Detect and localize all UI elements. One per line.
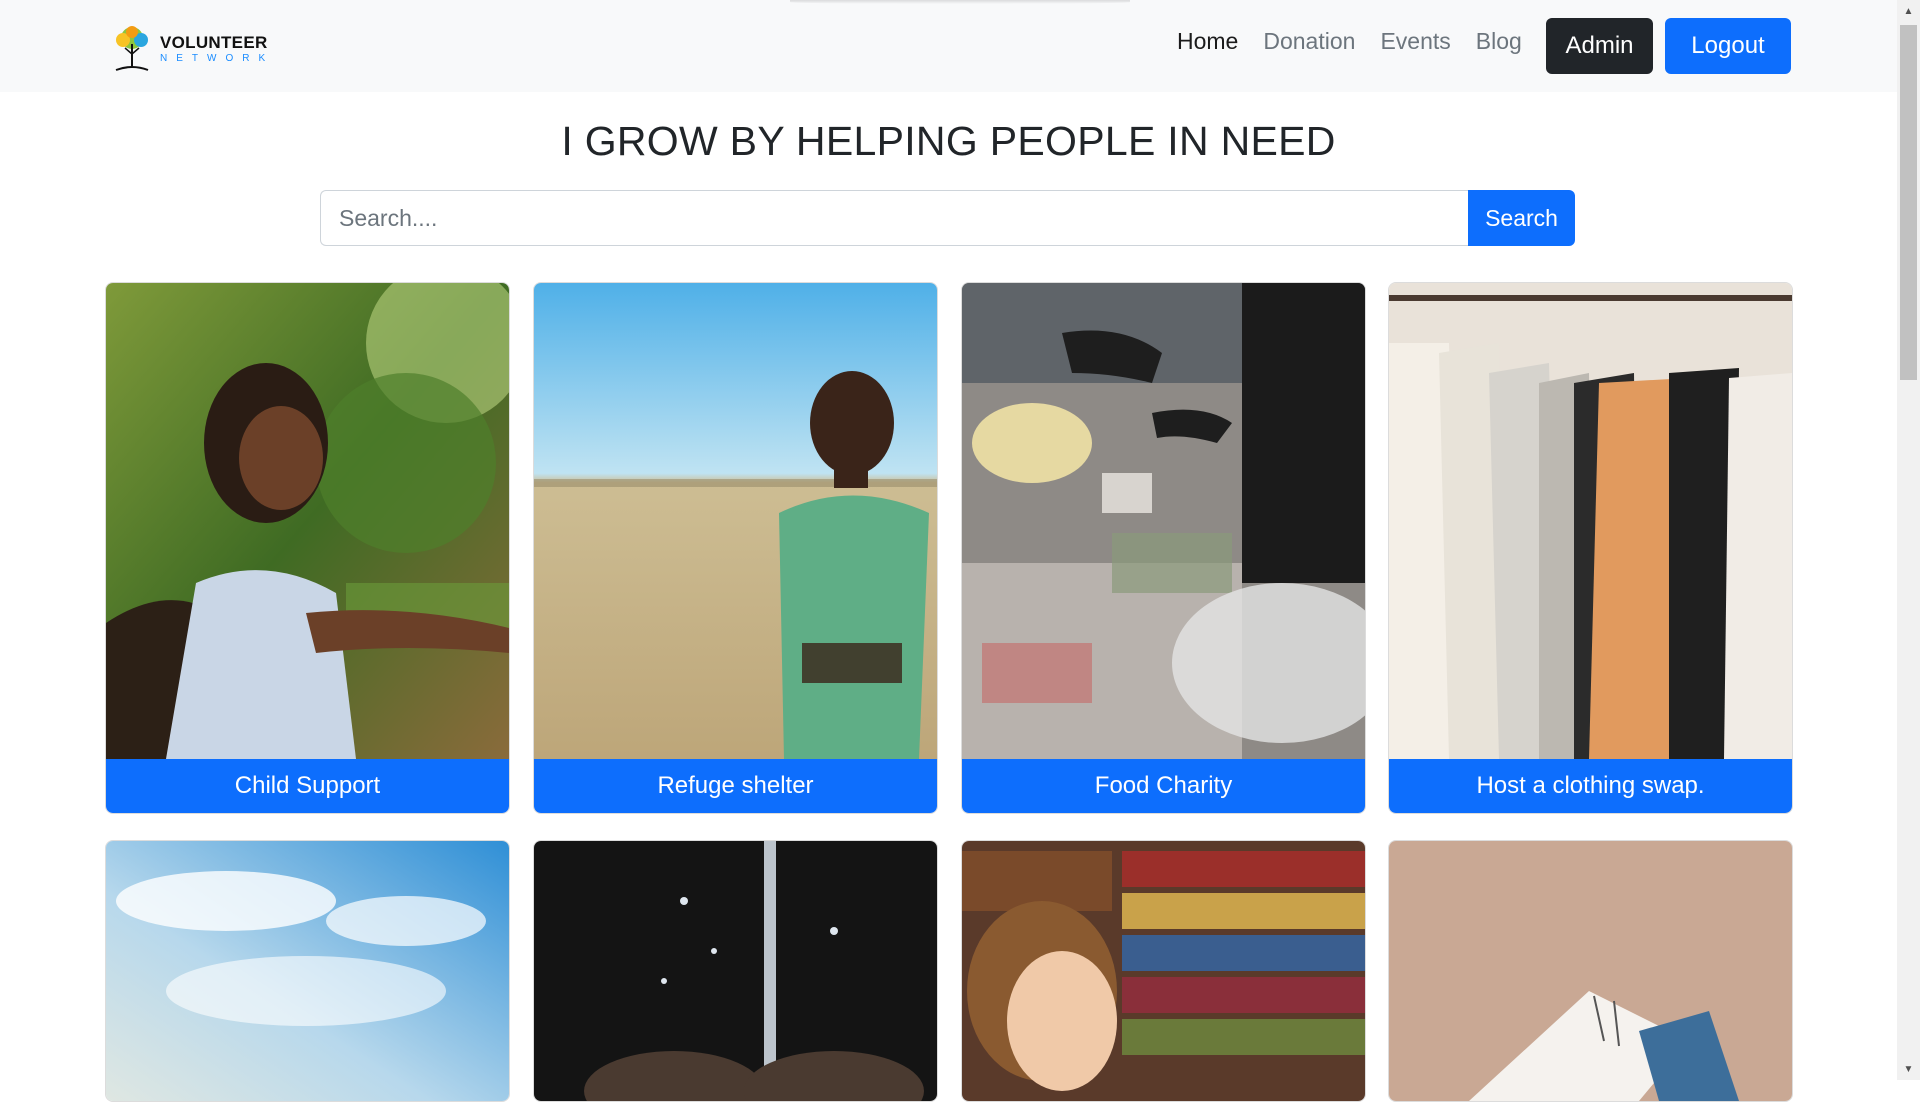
- girl-smiling-photo: [106, 283, 509, 759]
- nav-links: Home Donation Events Blog: [1177, 28, 1522, 55]
- card-image: [534, 841, 937, 1101]
- clothing-rack-photo: [1389, 283, 1792, 759]
- nav-home[interactable]: Home: [1177, 28, 1238, 55]
- card-image: [962, 283, 1365, 759]
- logout-button[interactable]: Logout: [1665, 18, 1791, 74]
- scroll-thumb[interactable]: [1900, 25, 1917, 380]
- nav-donation[interactable]: Donation: [1263, 28, 1355, 55]
- card-refuge-shelter[interactable]: Refuge shelter: [533, 282, 938, 814]
- card-button[interactable]: Food Charity: [962, 759, 1365, 813]
- food-bank-photo: [962, 283, 1365, 759]
- card-button[interactable]: Host a clothing swap.: [1389, 759, 1792, 813]
- nav-events[interactable]: Events: [1380, 28, 1450, 55]
- card-button[interactable]: Child Support: [106, 759, 509, 813]
- boy-in-field-photo: [534, 283, 937, 759]
- boy-library-photo: [962, 841, 1365, 1101]
- card-sky[interactable]: [105, 840, 510, 1102]
- card-button[interactable]: Refuge shelter: [534, 759, 937, 813]
- card-clothing-swap[interactable]: Host a clothing swap.: [1388, 282, 1793, 814]
- scrollbar[interactable]: ▲ ▼: [1897, 0, 1920, 1080]
- card-water[interactable]: [533, 840, 938, 1102]
- scroll-down-arrow-icon[interactable]: ▼: [1897, 1060, 1920, 1078]
- brand-subtitle: NETWORK: [160, 53, 275, 64]
- card-image: [106, 283, 509, 759]
- scroll-up-arrow-icon[interactable]: ▲: [1897, 2, 1920, 20]
- search-input[interactable]: [320, 190, 1468, 246]
- top-shadow: [790, 0, 1130, 4]
- tree-logo-icon: [115, 26, 149, 71]
- search-bar: Search: [320, 190, 1575, 246]
- card-image: [1389, 283, 1792, 759]
- card-image: [1389, 841, 1792, 1101]
- card-image: [106, 841, 509, 1101]
- card-food-charity[interactable]: Food Charity: [961, 282, 1366, 814]
- card-image: [962, 841, 1365, 1101]
- sky-clouds-photo: [106, 841, 509, 1101]
- admin-button[interactable]: Admin: [1546, 18, 1653, 74]
- brand-title: VOLUNTEER: [160, 33, 268, 52]
- search-button[interactable]: Search: [1468, 190, 1575, 246]
- nav-blog[interactable]: Blog: [1476, 28, 1522, 55]
- page-title: I GROW BY HELPING PEOPLE IN NEED: [561, 118, 1336, 164]
- open-book-photo: [1389, 841, 1792, 1101]
- card-library[interactable]: [961, 840, 1366, 1102]
- brand-logo[interactable]: VOLUNTEER NETWORK: [110, 24, 274, 74]
- card-book[interactable]: [1388, 840, 1793, 1102]
- card-image: [534, 283, 937, 759]
- water-hands-photo: [534, 841, 937, 1101]
- navbar: VOLUNTEER NETWORK Home Donation Events B…: [0, 0, 1897, 92]
- card-child-support[interactable]: Child Support: [105, 282, 510, 814]
